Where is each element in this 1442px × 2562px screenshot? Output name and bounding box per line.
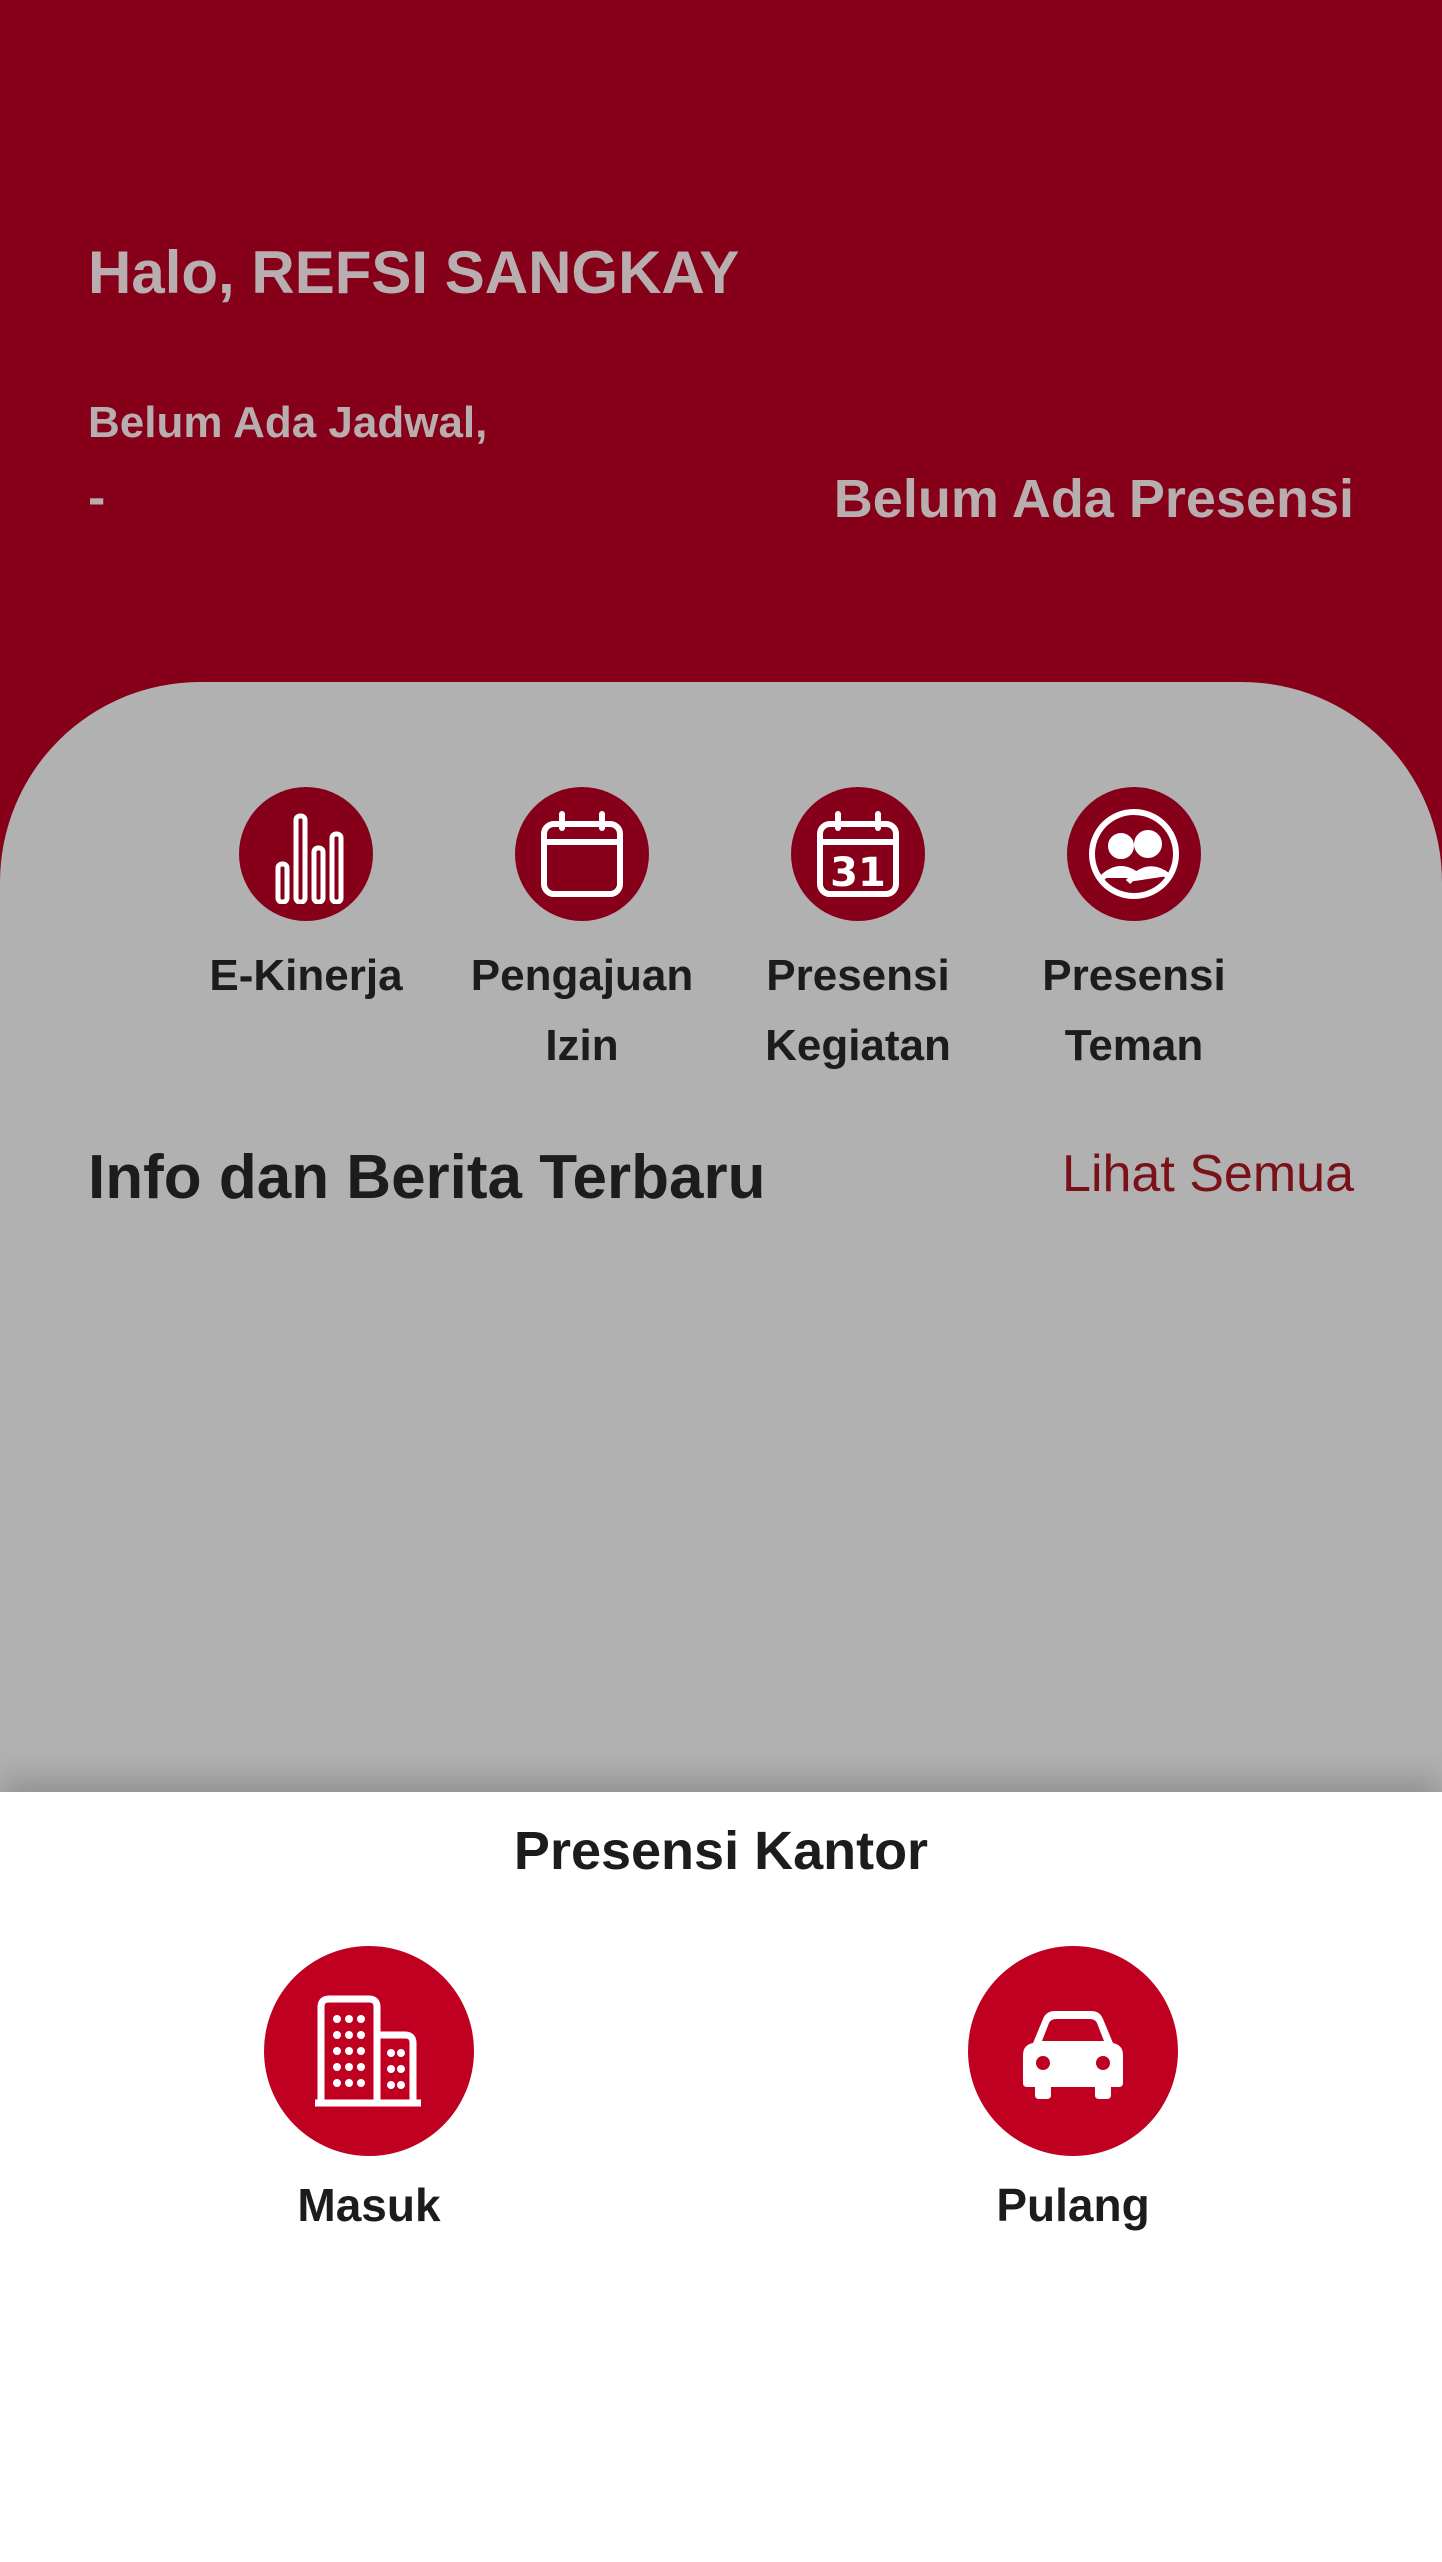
bar-chart-icon: [239, 787, 373, 921]
building-icon: [264, 1946, 474, 2156]
menu-item-e-kinerja[interactable]: E-Kinerja: [176, 787, 436, 1011]
friends-icon: [1067, 787, 1201, 921]
calendar-31-icon: 31: [791, 787, 925, 921]
presence-status: Belum Ada Presensi: [833, 469, 1354, 529]
check-out-label: Pulang: [996, 2179, 1150, 2231]
menu-label: Presensi Kegiatan: [765, 951, 951, 1070]
schedule-value: -: [88, 469, 106, 527]
check-out-button[interactable]: Pulang: [923, 1946, 1223, 2232]
check-in-label: Masuk: [297, 2179, 441, 2231]
see-all-link[interactable]: Lihat Semua: [1062, 1144, 1354, 1204]
sheet-title: Presensi Kantor: [513, 1821, 929, 1881]
check-in-button[interactable]: Masuk: [219, 1946, 519, 2232]
calendar-icon: [515, 787, 649, 921]
menu-label: E-Kinerja: [209, 951, 403, 1000]
menu-label: Pengajuan Izin: [470, 951, 694, 1070]
main-content: E-Kinerja Pengajuan Izin 31 Presensi Keg…: [0, 682, 1442, 1792]
menu-label: Presensi Teman: [1042, 951, 1226, 1070]
attendance-sheet: Presensi Kantor Masuk Pulang: [0, 1792, 1442, 2562]
svg-text:31: 31: [830, 850, 886, 896]
menu-item-pengajuan-izin[interactable]: Pengajuan Izin: [452, 787, 712, 1081]
car-icon: [968, 1946, 1178, 2156]
schedule-label: Belum Ada Jadwal,: [88, 398, 488, 447]
news-section-title: Info dan Berita Terbaru: [88, 1143, 766, 1212]
menu-item-presensi-teman[interactable]: Presensi Teman: [1004, 787, 1264, 1081]
menu-item-presensi-kegiatan[interactable]: 31 Presensi Kegiatan: [728, 787, 988, 1081]
greeting: Halo, REFSI SANGKAY: [88, 239, 740, 306]
